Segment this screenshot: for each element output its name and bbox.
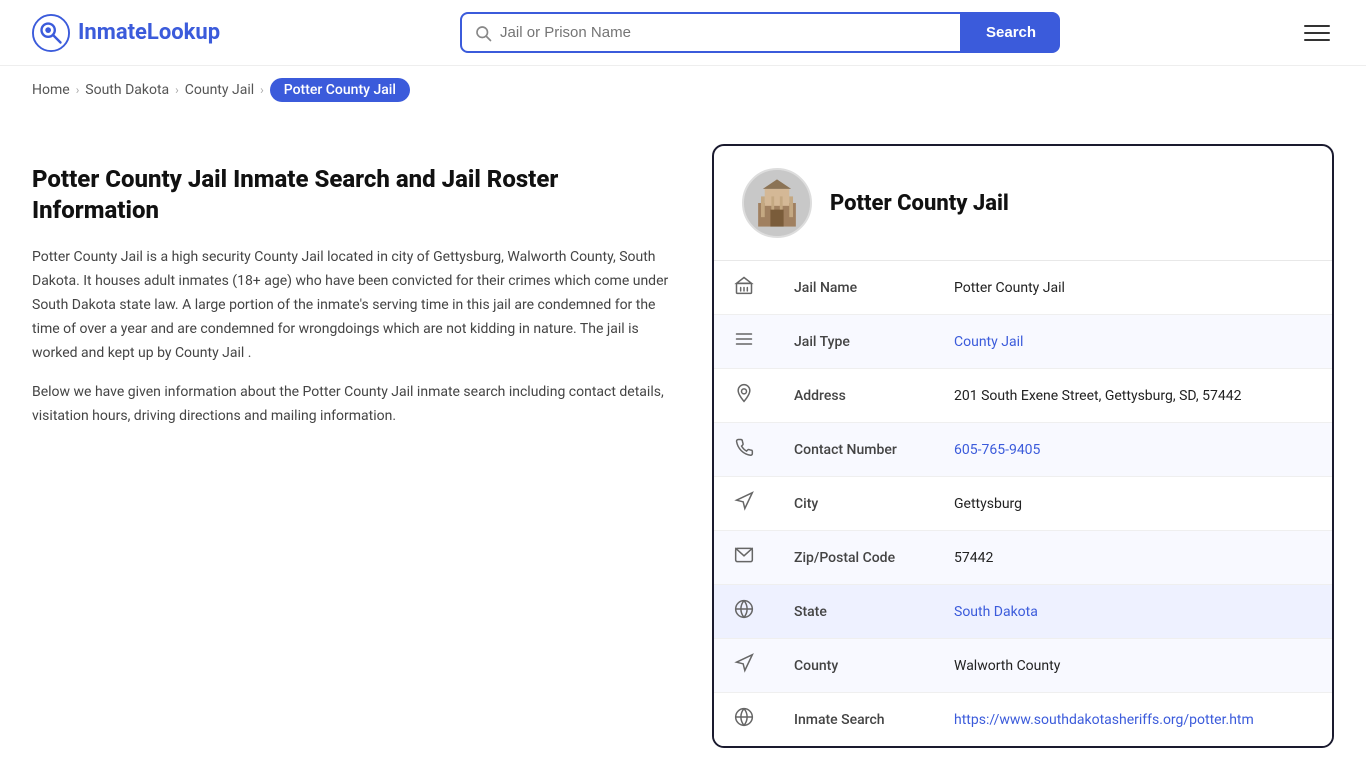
breadcrumb-sep-2: ›: [175, 83, 179, 97]
row-value: 605-765-9405: [934, 423, 1332, 477]
row-icon: [714, 693, 774, 747]
row-icon: [714, 261, 774, 315]
search-button[interactable]: Search: [962, 12, 1060, 53]
row-label: County: [774, 639, 934, 693]
row-label: Inmate Search: [774, 693, 934, 747]
page-title: Potter County Jail Inmate Search and Jai…: [32, 164, 672, 226]
value-text: 57442: [954, 550, 993, 566]
search-icon: [474, 24, 492, 42]
hamburger-line-1: [1304, 25, 1330, 27]
table-row: Contact Number 605-765-9405: [714, 423, 1332, 477]
breadcrumb-sep-3: ›: [260, 83, 264, 97]
row-value: County Jail: [934, 315, 1332, 369]
card-header: Potter County Jail: [714, 146, 1332, 261]
value-text: 201 South Exene Street, Gettysburg, SD, …: [954, 388, 1241, 404]
hamburger-line-2: [1304, 32, 1330, 34]
breadcrumb-sep-1: ›: [76, 83, 80, 97]
hamburger-line-3: [1304, 39, 1330, 41]
breadcrumb: Home › South Dakota › County Jail › Pott…: [0, 66, 1366, 114]
table-row: City Gettysburg: [714, 477, 1332, 531]
value-text: Potter County Jail: [954, 280, 1065, 296]
value-link[interactable]: County Jail: [954, 334, 1023, 350]
search-area: Search: [460, 12, 1060, 53]
jail-building-image: [744, 168, 810, 238]
logo-link[interactable]: InmateLookup: [32, 14, 220, 52]
row-value: Walworth County: [934, 639, 1332, 693]
row-icon: [714, 531, 774, 585]
row-icon: [714, 639, 774, 693]
table-row: Jail Name Potter County Jail: [714, 261, 1332, 315]
main-content: Potter County Jail Inmate Search and Jai…: [0, 114, 1366, 778]
table-row: Zip/Postal Code 57442: [714, 531, 1332, 585]
row-label: Contact Number: [774, 423, 934, 477]
row-value: Gettysburg: [934, 477, 1332, 531]
row-icon: [714, 369, 774, 423]
table-row: Jail Type County Jail: [714, 315, 1332, 369]
breadcrumb-current: Potter County Jail: [270, 78, 410, 102]
value-text: Gettysburg: [954, 496, 1022, 512]
menu-button[interactable]: [1300, 21, 1334, 45]
breadcrumb-state[interactable]: South Dakota: [85, 82, 169, 98]
row-label: Zip/Postal Code: [774, 531, 934, 585]
logo-text-end: Lookup: [147, 20, 220, 45]
logo-text: InmateLookup: [78, 20, 220, 45]
page-desc-1: Potter County Jail is a high security Co…: [32, 246, 672, 365]
phone-link[interactable]: 605-765-9405: [954, 442, 1040, 458]
page-desc-2: Below we have given information about th…: [32, 381, 672, 429]
value-text: Walworth County: [954, 658, 1060, 674]
header: InmateLookup Search: [0, 0, 1366, 66]
row-value: https://www.southdakotasheriffs.org/pott…: [934, 693, 1332, 747]
row-label: Address: [774, 369, 934, 423]
row-value: 57442: [934, 531, 1332, 585]
logo-text-start: Inmate: [78, 20, 147, 45]
row-icon: [714, 315, 774, 369]
table-row: Inmate Search https://www.southdakotashe…: [714, 693, 1332, 747]
card-title: Potter County Jail: [830, 191, 1009, 216]
row-value: 201 South Exene Street, Gettysburg, SD, …: [934, 369, 1332, 423]
row-label: City: [774, 477, 934, 531]
table-row: State South Dakota: [714, 585, 1332, 639]
table-row: Address 201 South Exene Street, Gettysbu…: [714, 369, 1332, 423]
value-link[interactable]: https://www.southdakotasheriffs.org/pott…: [954, 712, 1254, 728]
row-label: Jail Type: [774, 315, 934, 369]
table-row: County Walworth County: [714, 639, 1332, 693]
row-label: Jail Name: [774, 261, 934, 315]
search-wrapper: [460, 12, 962, 53]
info-table: Jail Name Potter County Jail Jail Type C…: [714, 261, 1332, 746]
row-icon: [714, 423, 774, 477]
row-value: South Dakota: [934, 585, 1332, 639]
info-card: Potter County Jail Jail Name Potter Coun…: [712, 144, 1334, 748]
jail-avatar: [742, 168, 812, 238]
left-section: Potter County Jail Inmate Search and Jai…: [32, 144, 672, 445]
row-value: Potter County Jail: [934, 261, 1332, 315]
value-link[interactable]: South Dakota: [954, 604, 1038, 620]
row-icon: [714, 477, 774, 531]
row-label: State: [774, 585, 934, 639]
logo-icon: [32, 14, 70, 52]
breadcrumb-home[interactable]: Home: [32, 82, 70, 98]
search-input[interactable]: [500, 14, 948, 51]
row-icon: [714, 585, 774, 639]
breadcrumb-type[interactable]: County Jail: [185, 82, 254, 98]
